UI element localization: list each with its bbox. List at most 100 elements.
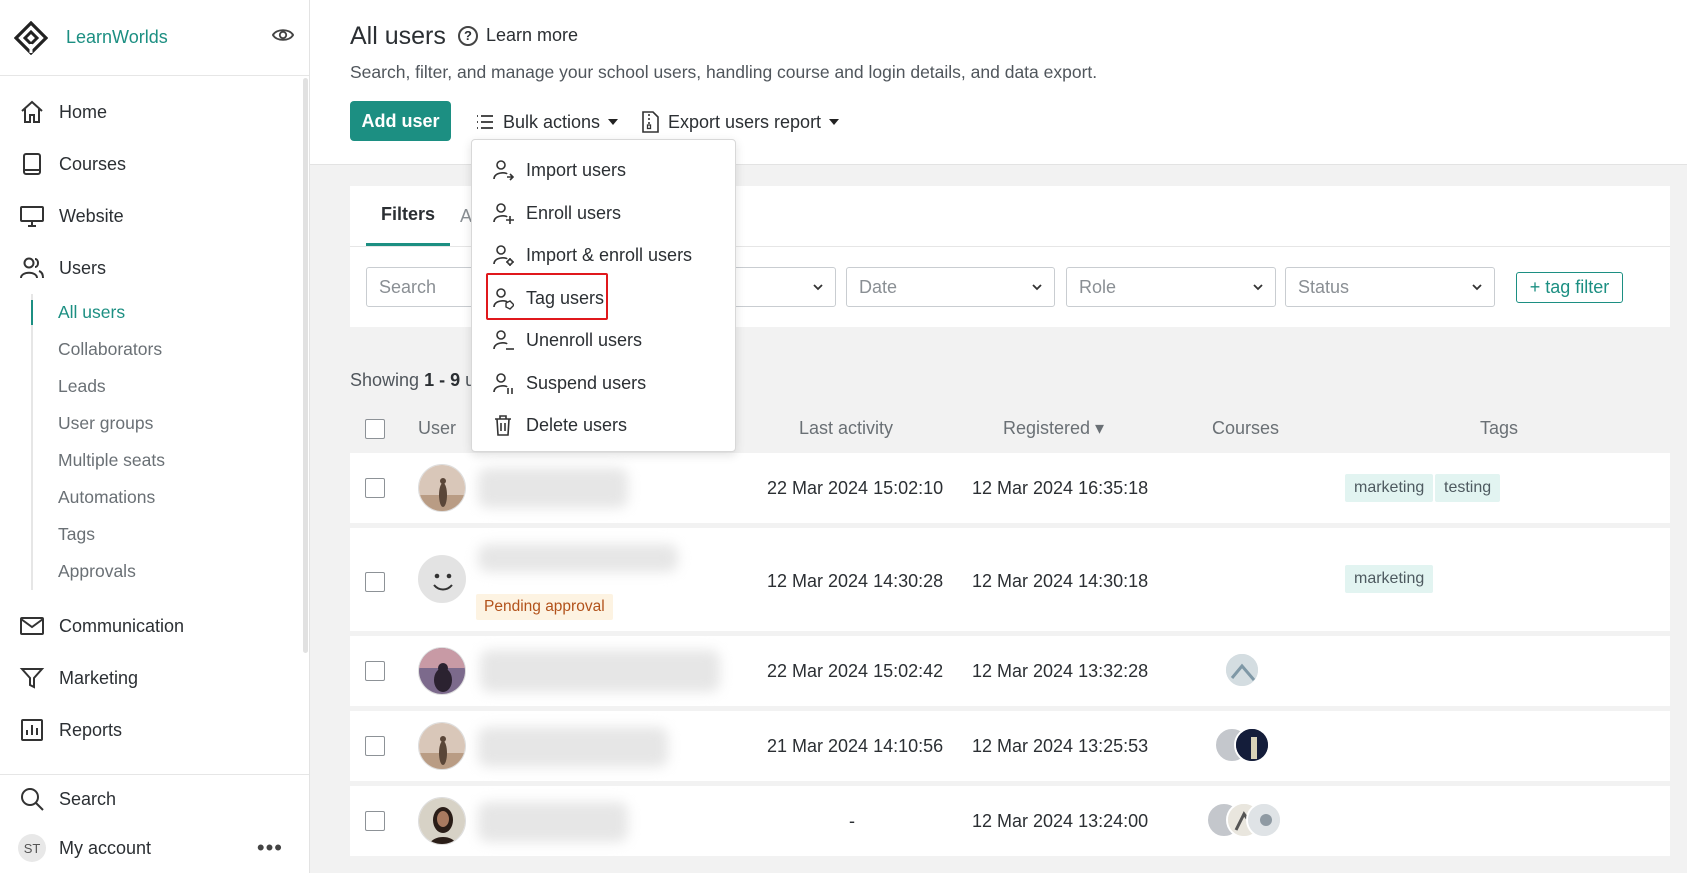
brand-name[interactable]: LearnWorlds xyxy=(66,27,168,48)
default-avatar-smiley-icon[interactable] xyxy=(418,555,466,603)
add-tag-filter-button[interactable]: + tag filter xyxy=(1516,272,1623,303)
sidebar-subitem-all-users[interactable]: All users xyxy=(31,294,309,331)
learnworlds-logo-icon[interactable] xyxy=(14,20,48,55)
results-count: Showing 1 - 9 u xyxy=(350,370,475,391)
blurred-user-info xyxy=(478,468,628,508)
tag-badge[interactable]: marketing xyxy=(1345,474,1434,502)
sidebar-item-courses[interactable]: Courses xyxy=(0,138,309,190)
sidebar-item-home[interactable]: Home xyxy=(0,86,309,138)
hidden-filter-select[interactable] xyxy=(720,267,836,307)
menu-item-delete-users[interactable]: Delete users xyxy=(492,408,627,442)
date-select[interactable]: Date xyxy=(846,267,1055,307)
menu-item-tag-users[interactable]: Tag users xyxy=(492,281,604,315)
status-select[interactable]: Status xyxy=(1285,267,1495,307)
column-header-last-activity[interactable]: Last activity xyxy=(799,418,893,439)
sidebar-item-label: Website xyxy=(59,205,124,226)
sidebar-item-marketing[interactable]: Marketing xyxy=(0,652,309,704)
sidebar-search[interactable]: Search xyxy=(0,775,309,823)
add-user-button[interactable]: Add user xyxy=(350,101,451,141)
row-checkbox[interactable] xyxy=(365,736,385,756)
tab-filters[interactable]: Filters xyxy=(366,186,451,246)
menu-item-label: Import users xyxy=(526,159,627,180)
sidebar-subitem-collaborators[interactable]: Collaborators xyxy=(33,331,309,368)
sidebar-item-label: Users xyxy=(59,257,107,278)
role-select[interactable]: Role xyxy=(1066,267,1276,307)
export-users-report-button[interactable]: Export users report xyxy=(640,104,840,140)
avatar[interactable] xyxy=(418,722,466,770)
menu-item-label: Suspend users xyxy=(526,372,647,393)
table-row[interactable]: 22 Mar 2024 15:02:10 12 Mar 2024 16:35:1… xyxy=(350,453,1670,523)
column-header-user[interactable]: User xyxy=(418,418,456,439)
blurred-user-info xyxy=(478,802,628,842)
user-import-icon xyxy=(493,160,514,181)
blurred-user-info xyxy=(480,650,720,692)
sidebar-item-reports[interactable]: Reports xyxy=(0,704,309,756)
eye-icon[interactable] xyxy=(272,24,294,46)
menu-item-suspend-users[interactable]: Suspend users xyxy=(492,366,646,400)
sidebar-scrollbar[interactable] xyxy=(303,78,308,653)
date-select-label: Date xyxy=(859,276,898,297)
table-row[interactable]: Pending approval 12 Mar 2024 14:30:28 12… xyxy=(350,528,1670,631)
showing-prefix: Showing xyxy=(350,370,425,390)
blurred-user-info xyxy=(478,727,668,767)
filter-icon xyxy=(18,664,46,692)
bulk-actions-menu: Import users Enroll users Import & enrol… xyxy=(471,139,736,452)
sidebar-item-communication[interactable]: Communication xyxy=(0,600,309,652)
last-activity-cell: 12 Mar 2024 14:30:28 xyxy=(767,571,944,591)
main-nav: Home Courses Website Users All users Col… xyxy=(0,76,309,756)
learn-more-link[interactable]: ? Learn more xyxy=(458,25,578,46)
table-row[interactable]: 21 Mar 2024 14:10:56 12 Mar 2024 13:25:5… xyxy=(350,711,1670,781)
avatar[interactable] xyxy=(418,797,466,845)
sidebar-subitem-tags[interactable]: Tags xyxy=(33,516,309,553)
menu-item-import-users[interactable]: Import users xyxy=(492,153,626,187)
registered-cell: 12 Mar 2024 13:24:00 xyxy=(972,811,1149,831)
sidebar-subitem-multiple-seats[interactable]: Multiple seats xyxy=(33,442,309,479)
sidebar: LearnWorlds Home Courses Website Users A… xyxy=(0,0,310,873)
sidebar-subitem-approvals[interactable]: Approvals xyxy=(33,553,309,590)
select-all-checkbox[interactable] xyxy=(365,419,385,439)
avatar[interactable] xyxy=(418,647,466,695)
menu-item-unenroll-users[interactable]: Unenroll users xyxy=(492,323,642,357)
user-tag-icon xyxy=(493,288,514,310)
tag-badge[interactable]: marketing xyxy=(1345,565,1434,593)
course-thumbnail[interactable] xyxy=(1246,802,1282,838)
row-checkbox[interactable] xyxy=(365,811,385,831)
avatar: ST xyxy=(18,834,46,862)
sidebar-search-label: Search xyxy=(59,788,117,809)
sidebar-subitem-automations[interactable]: Automations xyxy=(33,479,309,516)
registered-cell: 12 Mar 2024 14:30:18 xyxy=(972,571,1149,591)
more-options-icon[interactable]: ••• xyxy=(257,835,283,861)
status-select-label: Status xyxy=(1298,276,1350,297)
sidebar-item-users[interactable]: Users xyxy=(0,242,309,294)
menu-item-label: Enroll users xyxy=(526,202,622,223)
row-checkbox[interactable] xyxy=(365,572,385,592)
help-icon: ? xyxy=(458,25,478,46)
page-subtitle: Search, filter, and manage your school u… xyxy=(350,62,1098,82)
last-activity-cell: 22 Mar 2024 15:02:42 xyxy=(767,661,944,681)
avatar[interactable] xyxy=(418,464,466,512)
sidebar-item-label: Courses xyxy=(59,153,127,174)
menu-item-import-enroll-users[interactable]: Import & enroll users xyxy=(492,238,692,272)
sidebar-item-label: Marketing xyxy=(59,667,139,688)
row-checkbox[interactable] xyxy=(365,661,385,681)
page-title: All users xyxy=(350,22,446,50)
row-checkbox[interactable] xyxy=(365,478,385,498)
sidebar-item-website[interactable]: Website xyxy=(0,190,309,242)
column-header-courses: Courses xyxy=(1212,418,1280,438)
table-row[interactable]: - 12 Mar 2024 13:24:00 xyxy=(350,786,1670,856)
sidebar-subitem-leads[interactable]: Leads xyxy=(33,368,309,405)
course-thumbnail[interactable] xyxy=(1224,652,1260,688)
chevron-down-icon xyxy=(1253,284,1263,291)
bulk-actions-label: Bulk actions xyxy=(503,111,601,132)
menu-item-enroll-users[interactable]: Enroll users xyxy=(492,196,621,230)
sidebar-my-account[interactable]: ST My account ••• xyxy=(0,823,309,873)
course-thumbnail[interactable] xyxy=(1234,727,1270,763)
menu-item-label: Delete users xyxy=(526,414,628,435)
tag-badge[interactable]: testing xyxy=(1435,474,1501,502)
sidebar-subitem-user-groups[interactable]: User groups xyxy=(33,405,309,442)
table-row[interactable]: 22 Mar 2024 15:02:42 12 Mar 2024 13:32:2… xyxy=(350,636,1670,706)
trash-icon xyxy=(495,415,511,436)
learn-more-label: Learn more xyxy=(486,25,579,45)
bulk-actions-button[interactable]: Bulk actions xyxy=(475,104,619,140)
column-header-registered[interactable]: Registered ▾ xyxy=(1003,418,1104,439)
